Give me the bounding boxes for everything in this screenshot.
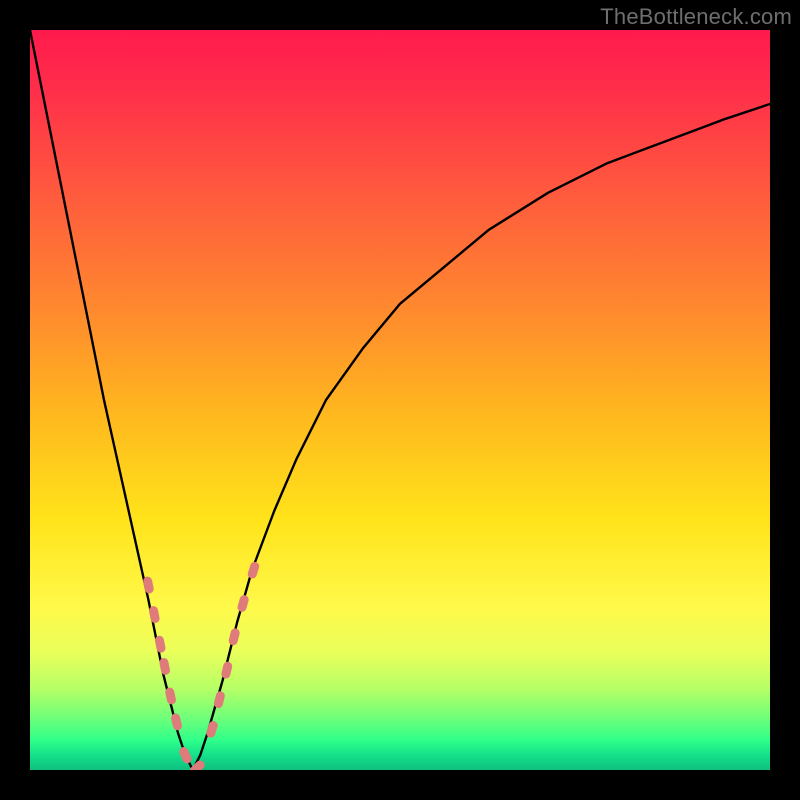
plot-area (30, 30, 770, 770)
sample-dot (170, 713, 183, 732)
sample-dot (220, 661, 233, 680)
bottleneck-curve (30, 30, 770, 770)
sample-dot (228, 627, 241, 646)
sample-dots-group (142, 561, 260, 770)
sample-dot (178, 746, 193, 765)
sample-dot (154, 635, 166, 653)
sample-dot (247, 561, 261, 580)
chart-frame: TheBottleneck.com (0, 0, 800, 800)
sample-dot (148, 605, 160, 623)
sample-dot (236, 594, 249, 613)
sample-dot (213, 690, 226, 709)
sample-dot (142, 576, 154, 594)
sample-dot (164, 687, 176, 705)
sample-dot (159, 657, 171, 675)
curve-svg (30, 30, 770, 770)
watermark-text: TheBottleneck.com (600, 4, 792, 30)
